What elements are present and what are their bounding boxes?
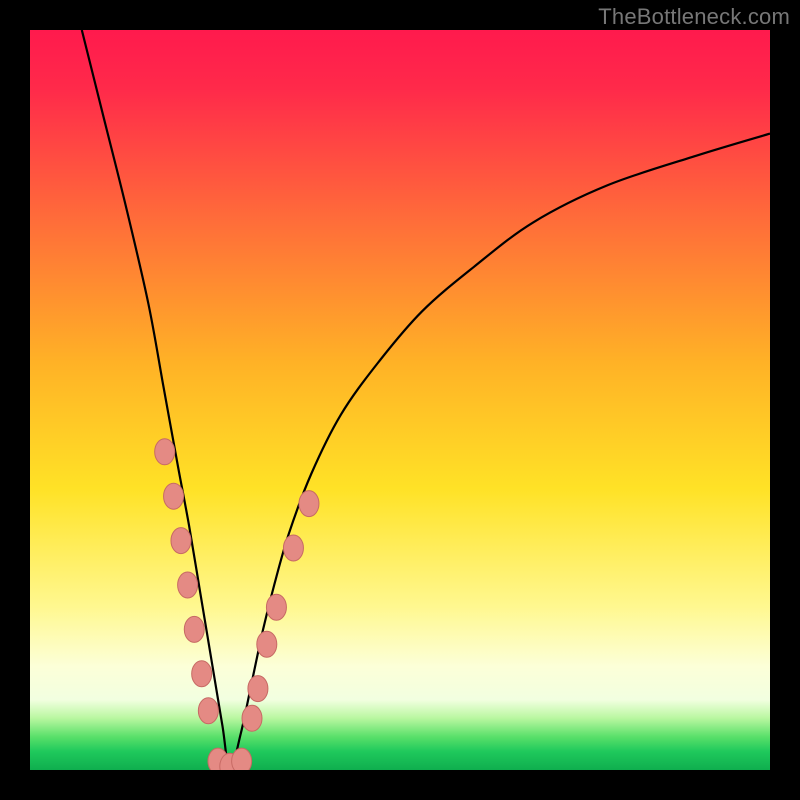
data-marker <box>184 616 204 642</box>
data-marker <box>155 439 175 465</box>
data-marker <box>266 594 286 620</box>
data-marker <box>299 491 319 517</box>
data-marker <box>171 528 191 554</box>
data-marker <box>257 631 277 657</box>
data-marker <box>283 535 303 561</box>
data-marker <box>192 661 212 687</box>
data-marker <box>178 572 198 598</box>
watermark-text: TheBottleneck.com <box>598 4 790 30</box>
gradient-background <box>30 30 770 770</box>
data-marker <box>248 676 268 702</box>
outer-frame: TheBottleneck.com <box>0 0 800 800</box>
bottleneck-chart <box>30 30 770 770</box>
data-marker <box>242 705 262 731</box>
data-marker <box>232 748 252 770</box>
plot-area <box>30 30 770 770</box>
data-marker <box>164 483 184 509</box>
data-marker <box>198 698 218 724</box>
